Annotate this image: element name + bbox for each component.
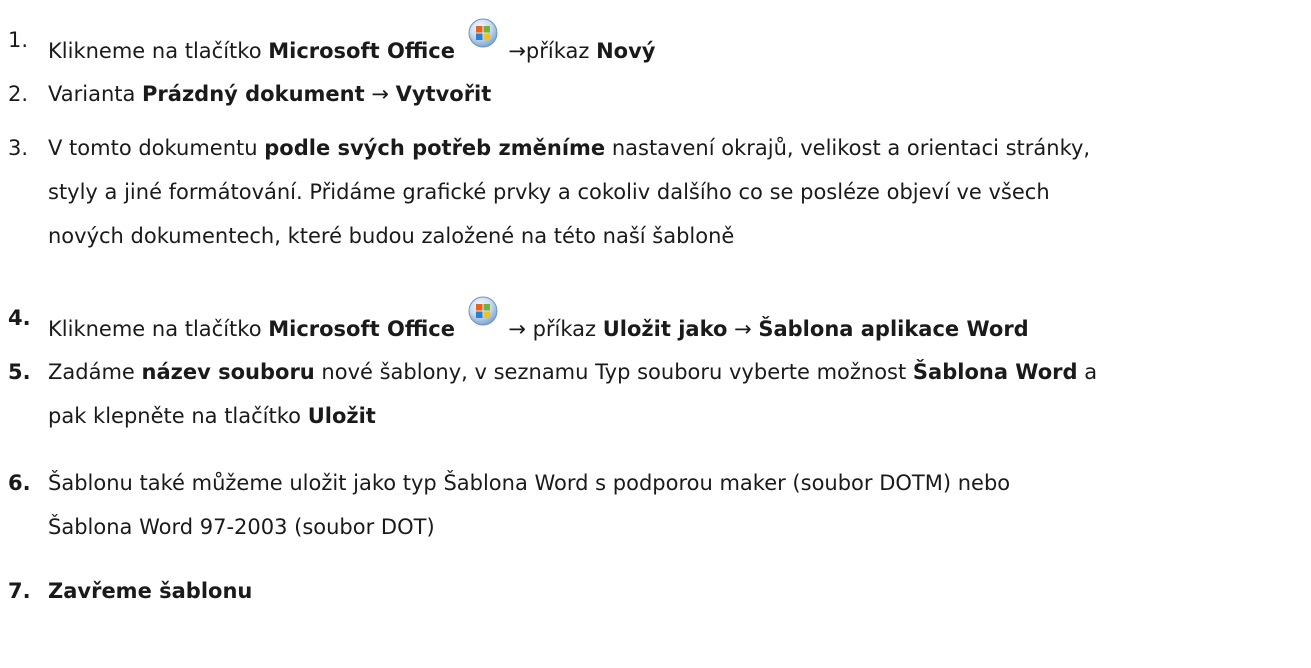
text-run: Šablonu také můžeme uložit jako typ Šabl… xyxy=(48,471,1011,495)
text-line: V tomto dokumentu podle svých potřeb změ… xyxy=(48,126,1090,170)
bold-text: Prázdný dokument xyxy=(142,82,365,106)
bold-text: podle svých potřeb změníme xyxy=(264,136,606,160)
bold-text: Uložit jako xyxy=(602,317,728,341)
bold-text: Zavřeme šablonu xyxy=(48,579,253,603)
list-item-text: V tomto dokumentu podle svých potřeb změ… xyxy=(48,126,1090,258)
bold-text: Uložit xyxy=(307,404,376,428)
text-run: nových dokumentech, které budou založené… xyxy=(48,224,735,248)
text-run: Zadáme xyxy=(48,360,142,384)
bold-text: Šablona aplikace Word xyxy=(758,317,1029,341)
text-run: nové šablony, v seznamu Typ souboru vybe… xyxy=(314,360,913,384)
text-run: Varianta xyxy=(48,82,143,106)
microsoft-office-button-icon[interactable] xyxy=(468,18,498,48)
text-line: nových dokumentech, které budou založené… xyxy=(48,214,1090,258)
text-run: Klikneme na tlačítko xyxy=(48,317,269,341)
list-number: 6. xyxy=(8,471,31,495)
list-item-text: Klikneme na tlačítko Microsoft Office →p… xyxy=(48,18,656,63)
text-run: styly a jiné formátování. Přidáme grafic… xyxy=(48,180,1050,204)
list-item-text: Klikneme na tlačítko Microsoft Office → … xyxy=(48,296,1029,341)
bold-text: Šablona Word xyxy=(912,360,1078,384)
bold-text: Microsoft Office xyxy=(268,39,455,63)
text-run: V tomto dokumentu xyxy=(48,136,265,160)
list-number: 5. xyxy=(8,360,31,384)
text-line: Šablona Word 97-2003 (soubor DOT) xyxy=(48,505,1010,549)
list-item-text: Šablonu také můžeme uložit jako typ Šabl… xyxy=(48,461,1010,549)
text-line: Klikneme na tlačítko Microsoft Office →p… xyxy=(48,18,656,63)
microsoft-office-button-icon[interactable] xyxy=(468,296,498,326)
list-number: 3. xyxy=(8,136,29,160)
list-item-text: Zadáme název souboru nové šablony, v sez… xyxy=(48,350,1097,438)
text-run: Klikneme na tlačítko xyxy=(48,39,269,63)
list-item-text: Zavřeme šablonu xyxy=(48,569,252,613)
text-run: → xyxy=(364,82,396,106)
list-number: 7. xyxy=(8,579,31,603)
bold-text: Vytvořit xyxy=(395,82,492,106)
list-number: 1. xyxy=(8,28,29,52)
text-line: styly a jiné formátování. Přidáme grafic… xyxy=(48,170,1090,214)
text-line: pak klepněte na tlačítko Uložit xyxy=(48,394,1097,438)
text-line: Zavřeme šablonu xyxy=(48,569,252,613)
text-line: Varianta Prázdný dokument → Vytvořit xyxy=(48,72,491,116)
list-item-text: Varianta Prázdný dokument → Vytvořit xyxy=(48,72,491,116)
text-line: Klikneme na tlačítko Microsoft Office → … xyxy=(48,296,1029,341)
text-run: → příkaz xyxy=(508,317,603,341)
bold-text: Nový xyxy=(596,39,656,63)
list-number: 4. xyxy=(8,306,31,330)
text-run: → xyxy=(727,317,759,341)
text-line: Zadáme název souboru nové šablony, v sez… xyxy=(48,350,1097,394)
text-run: nastavení okrajů, velikost a orientaci s… xyxy=(605,136,1091,160)
text-run: pak klepněte na tlačítko xyxy=(48,404,308,428)
bold-text: Microsoft Office xyxy=(268,317,455,341)
text-line: Šablonu také můžeme uložit jako typ Šabl… xyxy=(48,461,1010,505)
text-run: Šablona Word 97-2003 (soubor DOT) xyxy=(48,515,435,539)
bold-text: název souboru xyxy=(141,360,315,384)
text-run: →příkaz xyxy=(508,39,597,63)
text-run: a xyxy=(1077,360,1098,384)
list-number: 2. xyxy=(8,82,29,106)
